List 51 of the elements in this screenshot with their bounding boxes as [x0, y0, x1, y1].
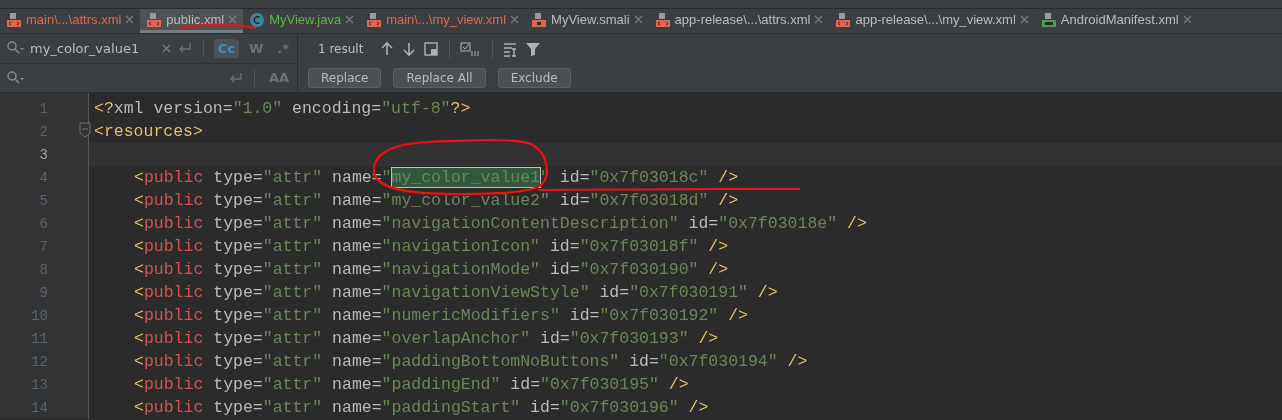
close-icon[interactable] — [161, 43, 171, 53]
code-line: <public type="attr" name="paddingBottomNoButtons" id="0x7f030194" /> — [134, 352, 808, 371]
close-icon[interactable] — [1019, 15, 1029, 24]
replace-action-button[interactable]: Replace All — [393, 67, 486, 88]
code-line: <public type="attr" name="navigationIcon" id="0x7f03018f" /> — [134, 237, 729, 256]
editor-tab[interactable]: MyView.java — [243, 9, 361, 33]
tab-label: MyView.smali — [551, 12, 630, 27]
search-option-toggle[interactable]: .* — [273, 38, 293, 58]
close-icon[interactable] — [228, 15, 238, 24]
tab-label: public.xml — [166, 12, 225, 27]
code-line: <public type="attr" name="navigationContentDescription" id="0x7f03018e" /> — [134, 214, 867, 233]
code-line: <public type="attr" name="paddingStart" id="0x7f030196" /> — [134, 398, 709, 417]
tab-label: MyView.java — [269, 12, 342, 27]
code-line: <public type="attr" name="paddingEnd" id="0x7f030195" /> — [134, 375, 689, 394]
editor-tab[interactable]: MyView.smali — [525, 9, 649, 33]
editor-tab[interactable]: public.xml — [140, 9, 244, 33]
tab-label: AndroidManifest.xml — [1060, 12, 1179, 27]
editor-tab[interactable]: AndroidManifest.xml — [1034, 9, 1198, 33]
search-icon[interactable] — [4, 69, 24, 86]
close-icon[interactable] — [125, 15, 135, 24]
tab-label: app-release\...\attrs.xml — [674, 12, 811, 27]
editor-tab[interactable]: app-release\...\my_view.xml — [829, 9, 1035, 33]
code-line: <public type="attr" name="numericModifiers" id="0x7f030192" /> — [134, 306, 748, 325]
arrow-down-icon[interactable] — [401, 40, 418, 57]
fold-icon[interactable] — [79, 121, 91, 138]
replace-action-button[interactable]: Replace — [308, 67, 382, 88]
line-number: 3 — [38, 146, 48, 163]
replace-action-button[interactable]: Exclude — [497, 67, 571, 88]
editor-tab[interactable]: main\...\my_view.xml — [360, 9, 526, 33]
close-icon[interactable] — [814, 15, 824, 24]
tab-label: main\...\attrs.xml — [26, 12, 122, 27]
tab-label: app-release\...\my_view.xml — [855, 12, 1016, 27]
xml-file-icon — [146, 11, 163, 28]
close-icon[interactable] — [633, 15, 643, 24]
close-icon[interactable] — [345, 15, 355, 24]
filter-icon[interactable] — [525, 40, 542, 57]
editor-tab[interactable]: main\...\attrs.xml — [0, 9, 141, 33]
tab-label: main\...\my_view.xml — [386, 12, 507, 27]
code-line: <public type="attr" name="navigationMode" id="0x7f030190" /> — [134, 260, 729, 279]
code-line: <public type="attr" name="overlapAnchor" id="0x7f030193" /> — [134, 329, 719, 348]
search-option-toggle[interactable]: Cc — [213, 38, 239, 58]
code-line: <public type="attr" name="my_color_value2" id="0x7f03018d" /> — [134, 191, 739, 210]
code-line: <public type="attr" name="navigationViewStyle" id="0x7f030191" /> — [134, 283, 778, 302]
editor-tab[interactable]: app-release\...\attrs.xml — [648, 9, 830, 33]
code-line: <?xml version="1.0" encoding="utf-8"?> — [94, 99, 471, 118]
close-icon[interactable] — [1182, 15, 1192, 24]
window-icon[interactable] — [423, 40, 440, 57]
code-line: <resources> — [94, 122, 203, 141]
close-icon[interactable] — [510, 15, 520, 24]
result-count: 1 result — [317, 41, 365, 56]
search-field[interactable]: my_color_value1 — [30, 40, 156, 56]
